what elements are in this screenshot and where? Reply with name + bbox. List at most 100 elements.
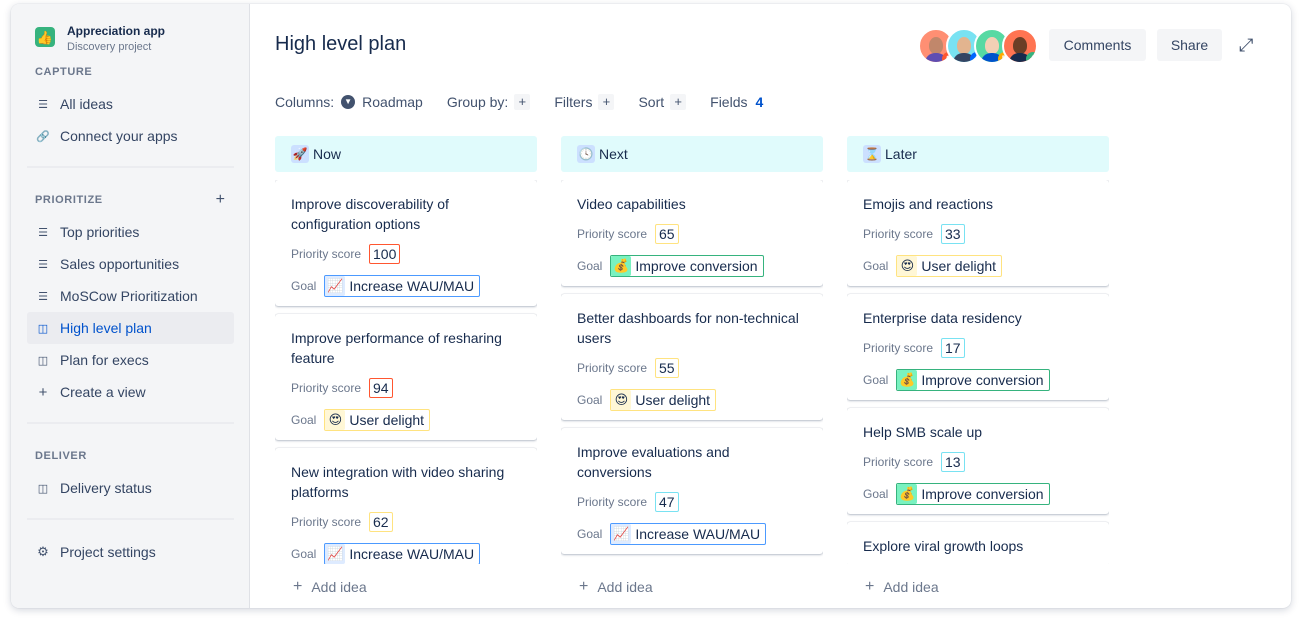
idea-card[interactable]: Improve discoverability of configuration…	[275, 180, 537, 306]
group-by-label: Group by:	[446, 94, 509, 110]
idea-card[interactable]: Better dashboards for non-technical user…	[561, 294, 823, 420]
sidebar-item-delivery-status[interactable]: ◫ Delivery status	[27, 472, 234, 504]
project-type: Discovery project	[67, 41, 152, 53]
avatar[interactable]: A	[1002, 28, 1038, 64]
add-idea-button[interactable]: + Add idea	[579, 578, 653, 596]
sidebar-item-label: MoSCow Prioritization	[60, 288, 198, 304]
priority-score: 55	[655, 358, 679, 378]
sidebar-item-moscow[interactable]: ☰ MoSCow Prioritization	[27, 280, 234, 312]
app-window: 👍 Appreciation app Discovery project CAP…	[11, 4, 1291, 608]
chart-icon: 📈	[325, 276, 346, 296]
project-name: Appreciation app	[67, 24, 166, 38]
sidebar-item-connect-apps[interactable]: 🔗 Connect your apps	[27, 120, 234, 152]
idea-card[interactable]: Improve performance of resharing feature…	[275, 314, 537, 440]
idea-title: Better dashboards for non-technical user…	[577, 310, 799, 346]
sidebar-divider	[27, 166, 234, 168]
idea-card[interactable]: Video capabilities Priority score 65 Goal…	[561, 180, 823, 286]
money-bag-icon: 💰	[897, 484, 918, 504]
sidebar-item-label: Project settings	[60, 544, 156, 560]
group-by-control[interactable]: Group by: +	[446, 94, 531, 110]
clock-icon: 🕓	[577, 145, 595, 163]
project-logo-icon: 👍	[35, 27, 55, 47]
column-cards: Video capabilities Priority score 65 Goal…	[561, 180, 823, 564]
idea-card[interactable]: Explore viral growth loops	[847, 522, 1109, 564]
fields-count: 4	[755, 94, 764, 110]
sidebar-item-high-level-plan[interactable]: ◫ High level plan	[27, 312, 234, 344]
sidebar-item-label: Plan for execs	[60, 352, 149, 368]
expand-icon[interactable]: ⤢	[1239, 36, 1259, 56]
comments-button[interactable]: Comments	[1049, 29, 1146, 61]
sort-control[interactable]: Sort +	[638, 94, 687, 110]
priority-score: 62	[369, 512, 393, 532]
goal-label: Goal	[291, 413, 317, 427]
main-content: High level plan S A R A Comments Share ⤢	[250, 4, 1291, 608]
goal-badge: 😍 User delight	[610, 389, 717, 411]
columns-label: Columns:	[275, 94, 335, 110]
board-column-later: ⌛ Later Emojis and reactions Priority sc…	[847, 136, 1109, 608]
board-icon: ◫	[37, 482, 49, 495]
priority-label: Priority score	[577, 495, 648, 509]
fields-control[interactable]: Fields 4	[710, 94, 763, 110]
goal-badge: 😍 User delight	[896, 255, 1003, 277]
board-column-next: 🕓 Next Video capabilities Priority score…	[561, 136, 823, 608]
project-header[interactable]: 👍 Appreciation app Discovery project	[35, 24, 165, 54]
sidebar-item-label: Delivery status	[60, 480, 152, 496]
hourglass-icon: ⌛	[863, 145, 881, 163]
sidebar-item-create-view[interactable]: + Create a view	[27, 376, 234, 408]
goal-badge: 📈 Increase WAU/MAU	[324, 275, 481, 297]
priority-label: Priority score	[577, 227, 648, 241]
section-capture: CAPTURE	[35, 66, 93, 78]
gear-icon: ⚙	[37, 544, 49, 559]
money-bag-icon: 💰	[611, 256, 632, 276]
idea-title: Enterprise data residency	[863, 310, 1022, 326]
column-header[interactable]: ⌛ Later	[847, 136, 1109, 172]
money-bag-icon: 💰	[897, 370, 918, 390]
add-view-plus-icon[interactable]: +	[216, 192, 225, 208]
idea-card[interactable]: New integration with video sharing platf…	[275, 448, 537, 564]
column-header[interactable]: 🕓 Next	[561, 136, 823, 172]
idea-card[interactable]: Improve evaluations and conversions Prio…	[561, 428, 823, 554]
column-header[interactable]: 🚀 Now	[275, 136, 537, 172]
goal-label: Goal	[577, 393, 603, 407]
goal-label: Goal	[291, 547, 317, 561]
add-idea-button[interactable]: + Add idea	[865, 578, 939, 596]
share-button[interactable]: Share	[1157, 29, 1222, 61]
sidebar-item-top-priorities[interactable]: ☰ Top priorities	[27, 216, 234, 248]
sidebar-divider	[27, 518, 234, 520]
add-idea-button[interactable]: + Add idea	[293, 578, 367, 596]
priority-label: Priority score	[291, 515, 362, 529]
column-cards: Emojis and reactions Priority score 33 Go…	[847, 180, 1109, 564]
idea-title: Improve evaluations and conversions	[577, 444, 730, 480]
plus-icon: +	[598, 94, 615, 110]
list-icon: ☰	[38, 98, 48, 111]
sidebar-item-all-ideas[interactable]: ☰ All ideas	[27, 88, 234, 120]
filters-label: Filters	[554, 94, 593, 110]
list-icon: ☰	[38, 290, 48, 303]
plus-icon: +	[670, 94, 687, 110]
sidebar-divider	[27, 422, 234, 424]
filters-control[interactable]: Filters +	[554, 94, 615, 110]
priority-score: 94	[369, 378, 393, 398]
column-title: Next	[599, 146, 628, 162]
sidebar-item-project-settings[interactable]: ⚙ Project settings	[27, 536, 234, 568]
plus-icon: +	[514, 94, 531, 110]
goal-badge: 💰 Improve conversion	[610, 255, 764, 277]
idea-card[interactable]: Help SMB scale up Priority score 13 Goal 💰…	[847, 408, 1109, 514]
section-deliver: DELIVER	[35, 450, 87, 462]
chevron-down-icon: ▼	[341, 95, 356, 109]
chart-icon: 📈	[611, 524, 632, 544]
priority-label: Priority score	[863, 341, 934, 355]
columns-control[interactable]: Columns: ▼ Roadmap	[275, 94, 423, 110]
column-title: Later	[885, 146, 917, 162]
plus-icon: +	[293, 578, 303, 595]
sidebar-item-label: Connect your apps	[60, 128, 178, 144]
priority-label: Priority score	[291, 381, 362, 395]
collaborator-avatars[interactable]: S A R A	[918, 28, 1040, 64]
sidebar-item-label: Create a view	[60, 384, 146, 400]
sidebar-item-plan-for-execs[interactable]: ◫ Plan for execs	[27, 344, 234, 376]
priority-score: 13	[941, 452, 965, 472]
sidebar-item-sales-opportunities[interactable]: ☰ Sales opportunities	[27, 248, 234, 280]
idea-card[interactable]: Enterprise data residency Priority score…	[847, 294, 1109, 400]
idea-card[interactable]: Emojis and reactions Priority score 33 Go…	[847, 180, 1109, 286]
goal-badge: 📈 Increase WAU/MAU	[610, 523, 767, 545]
